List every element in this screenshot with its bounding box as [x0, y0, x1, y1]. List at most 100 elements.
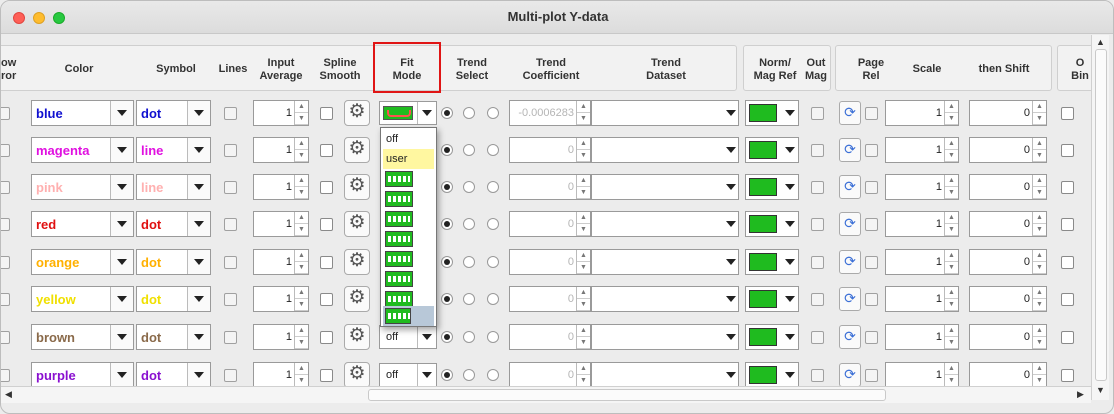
trend-dataset-combo[interactable] [591, 362, 739, 388]
trend-select-radio-2[interactable] [463, 256, 475, 268]
out-mag-checkbox[interactable] [811, 144, 824, 157]
symbol-combo[interactable]: dot [136, 286, 211, 312]
page-rel-checkbox[interactable] [865, 331, 878, 344]
vertical-scrollbar[interactable]: ▲ ▼ [1091, 35, 1109, 400]
color-combo[interactable]: blue [31, 100, 134, 126]
chevron-down-icon[interactable] [110, 101, 133, 125]
spline-smooth-checkbox[interactable] [320, 256, 333, 269]
spinner-buttons[interactable]: ▲ ▼ [576, 325, 590, 349]
chevron-down-icon[interactable] [110, 325, 133, 349]
spinner-buttons[interactable]: ▲ ▼ [944, 363, 958, 387]
color-combo[interactable]: orange [31, 249, 134, 275]
spinner-buttons[interactable]: ▲ ▼ [294, 101, 308, 125]
spinner-buttons[interactable]: ▲ ▼ [944, 212, 958, 236]
chevron-down-icon[interactable] [187, 363, 210, 387]
input-average-spinner[interactable]: 1 ▲ ▼ [253, 100, 309, 126]
out-mag-checkbox[interactable] [811, 293, 824, 306]
trend-select-radio-1[interactable] [441, 107, 453, 119]
o-bin-checkbox[interactable] [1061, 331, 1074, 344]
gear-icon[interactable]: ⚙ [344, 174, 370, 200]
spinner-buttons[interactable]: ▲ ▼ [576, 363, 590, 387]
then-shift-spinner[interactable]: 0 ▲ ▼ [969, 249, 1047, 275]
chevron-down-icon[interactable] [782, 101, 798, 125]
scale-spinner[interactable]: 1 ▲ ▼ [885, 174, 959, 200]
chevron-down-icon[interactable] [724, 138, 738, 162]
gear-icon[interactable]: ⚙ [344, 137, 370, 163]
then-shift-spinner[interactable]: 0 ▲ ▼ [969, 324, 1047, 350]
chevron-down-icon[interactable] [187, 325, 210, 349]
trend-coefficient-spinner[interactable]: 0 ▲ ▼ [509, 211, 591, 237]
trend-dataset-combo[interactable] [591, 174, 739, 200]
scale-spinner[interactable]: 1 ▲ ▼ [885, 324, 959, 350]
then-shift-spinner[interactable]: 0 ▲ ▼ [969, 286, 1047, 312]
show-error-checkbox[interactable] [1, 293, 10, 306]
lines-checkbox[interactable] [224, 293, 237, 306]
spinner-buttons[interactable]: ▲ ▼ [294, 363, 308, 387]
trend-select-radio-1[interactable] [441, 144, 453, 156]
trend-dataset-combo[interactable] [591, 249, 739, 275]
page-rel-checkbox[interactable] [865, 369, 878, 382]
lines-checkbox[interactable] [224, 181, 237, 194]
chevron-down-icon[interactable] [782, 212, 798, 236]
color-combo[interactable]: brown [31, 324, 134, 350]
o-bin-checkbox[interactable] [1061, 256, 1074, 269]
out-mag-checkbox[interactable] [811, 181, 824, 194]
symbol-combo[interactable]: dot [136, 249, 211, 275]
trend-dataset-combo[interactable] [591, 211, 739, 237]
norm-mag-ref-combo[interactable] [745, 324, 799, 350]
refresh-icon[interactable]: ⟳ [839, 138, 861, 162]
chevron-down-icon[interactable] [187, 250, 210, 274]
chevron-down-icon[interactable] [110, 212, 133, 236]
trend-select-radio-1[interactable] [441, 181, 453, 193]
spinner-buttons[interactable]: ▲ ▼ [944, 325, 958, 349]
norm-mag-ref-combo[interactable] [745, 249, 799, 275]
out-mag-checkbox[interactable] [811, 331, 824, 344]
gear-icon[interactable]: ⚙ [344, 324, 370, 350]
trend-select-radio-3[interactable] [487, 369, 499, 381]
refresh-icon[interactable]: ⟳ [839, 101, 861, 125]
scale-spinner[interactable]: 1 ▲ ▼ [885, 100, 959, 126]
chevron-down-icon[interactable] [782, 175, 798, 199]
chevron-down-icon[interactable] [110, 175, 133, 199]
page-rel-checkbox[interactable] [865, 181, 878, 194]
chevron-down-icon[interactable] [782, 287, 798, 311]
trend-coefficient-spinner[interactable]: 0 ▲ ▼ [509, 137, 591, 163]
gear-icon[interactable]: ⚙ [344, 249, 370, 275]
lines-checkbox[interactable] [224, 144, 237, 157]
spinner-buttons[interactable]: ▲ ▼ [1032, 325, 1046, 349]
o-bin-checkbox[interactable] [1061, 293, 1074, 306]
norm-mag-ref-combo[interactable] [745, 137, 799, 163]
chevron-down-icon[interactable] [724, 212, 738, 236]
lines-checkbox[interactable] [224, 331, 237, 344]
then-shift-spinner[interactable]: 0 ▲ ▼ [969, 100, 1047, 126]
show-error-checkbox[interactable] [1, 144, 10, 157]
spinner-buttons[interactable]: ▲ ▼ [1032, 250, 1046, 274]
input-average-spinner[interactable]: 1 ▲ ▼ [253, 324, 309, 350]
refresh-icon[interactable]: ⟳ [839, 287, 861, 311]
chevron-down-icon[interactable] [187, 138, 210, 162]
spinner-buttons[interactable]: ▲ ▼ [944, 138, 958, 162]
trend-dataset-combo[interactable] [591, 286, 739, 312]
then-shift-spinner[interactable]: 0 ▲ ▼ [969, 137, 1047, 163]
trend-coefficient-spinner[interactable]: 0 ▲ ▼ [509, 362, 591, 388]
symbol-combo[interactable]: line [136, 137, 211, 163]
horizontal-scroll-thumb[interactable] [368, 389, 886, 401]
spline-smooth-checkbox[interactable] [320, 369, 333, 382]
page-rel-checkbox[interactable] [865, 107, 878, 120]
spinner-buttons[interactable]: ▲ ▼ [1032, 363, 1046, 387]
scale-spinner[interactable]: 1 ▲ ▼ [885, 286, 959, 312]
chevron-down-icon[interactable] [187, 212, 210, 236]
chevron-down-icon[interactable] [417, 326, 436, 348]
chevron-down-icon[interactable] [782, 138, 798, 162]
trend-select-radio-2[interactable] [463, 369, 475, 381]
o-bin-checkbox[interactable] [1061, 218, 1074, 231]
scale-spinner[interactable]: 1 ▲ ▼ [885, 249, 959, 275]
show-error-checkbox[interactable] [1, 218, 10, 231]
spinner-buttons[interactable]: ▲ ▼ [576, 212, 590, 236]
spinner-buttons[interactable]: ▲ ▼ [294, 212, 308, 236]
trend-select-radio-2[interactable] [463, 144, 475, 156]
vertical-scroll-thumb[interactable] [1095, 49, 1107, 381]
symbol-combo[interactable]: dot [136, 211, 211, 237]
gear-icon[interactable]: ⚙ [344, 362, 370, 388]
horizontal-scrollbar[interactable]: ◀ ▶ [1, 386, 1091, 403]
